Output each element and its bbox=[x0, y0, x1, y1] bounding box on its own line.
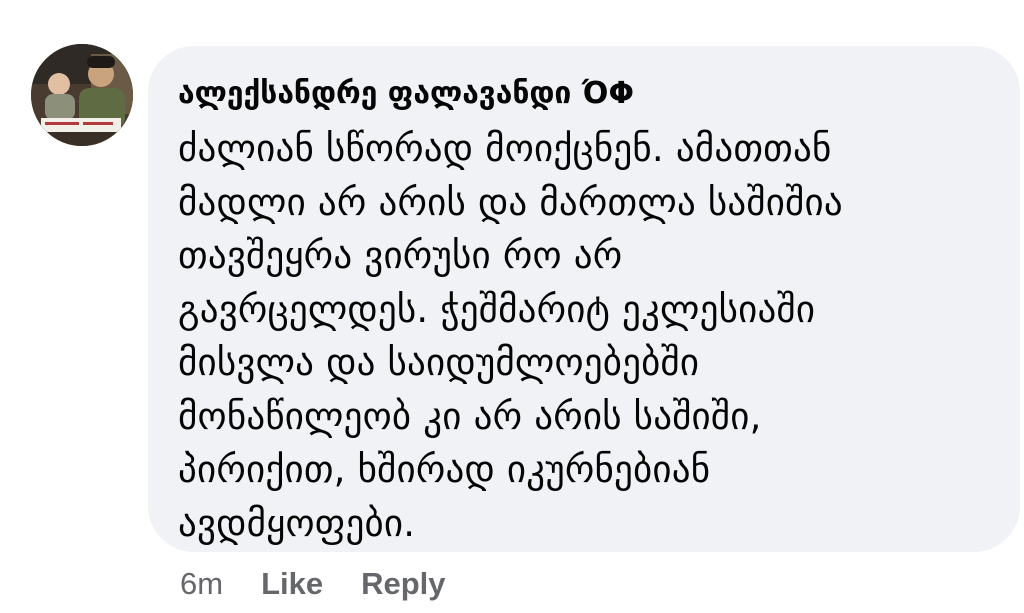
comment-text-line: მისვლა და საიდუმლოებებში bbox=[178, 341, 700, 384]
comment-text-line: ძალიან სწორად მოიქცნენ. ამათთან bbox=[178, 127, 832, 170]
comment-author-name[interactable]: ალექსანდრე ფალავანდი ΌΦ bbox=[178, 72, 990, 116]
comment-text-line: ავდმყოფები. bbox=[178, 501, 416, 545]
comment-text-line: თავშეყრა ვირუსი რო არ bbox=[178, 234, 623, 277]
comment-thread: ალექსანდრე ფალავანდი ΌΦ ძალიან სწორად მო… bbox=[0, 0, 1024, 613]
comment-text: ძალიან სწორად მოიქცნენ. ამათთან მადლი არ… bbox=[178, 122, 990, 550]
comment-text-line: მადლი არ არის და მართლა საშიშია bbox=[178, 180, 843, 224]
comment-text-line: გავრცელდეს. ჭეშმარიტ ეკლესიაში bbox=[178, 287, 816, 331]
comment-bubble: ალექსანდრე ფალავანდი ΌΦ ძალიან სწორად მო… bbox=[148, 46, 1020, 552]
comment-actions: 6m Like Reply bbox=[180, 560, 484, 608]
previous-item-fragment bbox=[440, 0, 490, 6]
avatar[interactable] bbox=[31, 44, 133, 146]
profile-photo bbox=[31, 44, 133, 146]
reply-button[interactable]: Reply bbox=[361, 566, 445, 602]
like-button[interactable]: Like bbox=[261, 566, 323, 602]
comment-timestamp[interactable]: 6m bbox=[180, 566, 223, 602]
comment-text-line: პირიქით, ხშირად იკურნებიან bbox=[178, 448, 711, 491]
comment-text-line: მონაწილეობ კი არ არის საშიში, bbox=[178, 394, 762, 438]
